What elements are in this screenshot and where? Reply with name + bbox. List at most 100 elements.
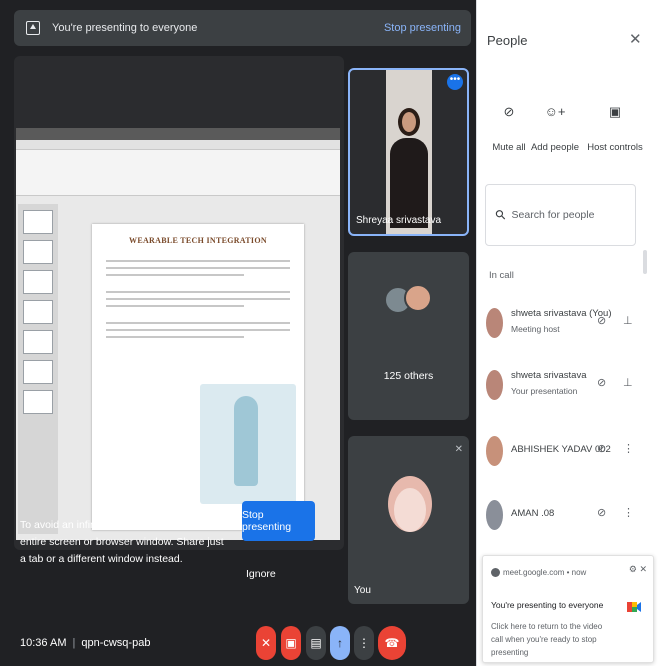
notification-title: You're presenting to everyone xyxy=(491,600,604,610)
panel-title: People xyxy=(487,33,528,48)
add-people-label: Add people xyxy=(530,142,580,153)
current-time: 10:36 AM xyxy=(20,637,67,649)
shared-presentation-window: WEARABLE TECH INTEGRATION xyxy=(16,128,340,540)
avatar xyxy=(486,370,503,400)
stop-presenting-link[interactable]: Stop presenting xyxy=(384,22,461,34)
in-call-section-label: In call xyxy=(489,270,514,281)
present-screen-icon: ↑ xyxy=(337,636,343,650)
ppt-ribbon xyxy=(16,150,340,196)
end-call-icon: ☎ xyxy=(384,636,400,650)
more-vert-icon[interactable]: ⋮ xyxy=(623,506,634,519)
others-count-label: 125 others xyxy=(383,370,434,382)
slide-thumbnail xyxy=(23,360,53,384)
presenting-banner-text: You're presenting to everyone xyxy=(52,22,198,34)
mic-off-icon: ⊘ xyxy=(597,443,607,455)
participant-role: Your presentation xyxy=(511,386,578,396)
captions-icon: ▤ xyxy=(310,636,322,650)
slide-text-line xyxy=(106,260,290,262)
leave-call-button[interactable]: ☎ xyxy=(378,626,406,660)
participant-row[interactable]: ABHISHEK YADAV 002 ⊘ ⋮ xyxy=(477,432,647,476)
presenter-head xyxy=(398,108,420,136)
slide-text-line xyxy=(106,298,290,300)
close-icon[interactable]: ✕ xyxy=(629,30,642,48)
notification-body: Click here to return to the video call w… xyxy=(491,622,603,657)
panel-scrollbar[interactable] xyxy=(643,250,647,274)
slide-thumbnail xyxy=(23,330,53,354)
self-video-tile[interactable]: ✕ You xyxy=(348,436,469,604)
stop-presenting-button[interactable]: Stop presenting xyxy=(242,501,315,541)
host-controls-icon: ▣ xyxy=(608,104,622,119)
notification-close-icon[interactable]: ⚙ ✕ xyxy=(629,564,647,575)
slide-text-line xyxy=(106,322,290,324)
volume-off-icon: ⊘ xyxy=(597,377,607,389)
participant-row[interactable]: AMAN .08 ⊘ ⋮ xyxy=(477,496,647,540)
search-box[interactable]: ⚲ xyxy=(485,184,636,246)
shared-screen-stage: WEARABLE TECH INTEGRATION xyxy=(14,56,344,550)
present-screen-icon xyxy=(26,21,40,35)
infinity-mirror-warning: To avoid an infinity mirror, don't share… xyxy=(20,519,224,565)
avatar xyxy=(486,436,503,466)
add-people-button[interactable]: ☺+ Add people xyxy=(523,104,587,153)
present-now-button[interactable]: ↑ xyxy=(330,626,350,660)
meeting-info: 10:36 AM | qpn-cwsq-pab xyxy=(20,637,150,649)
notification-site: meet.google.com • now xyxy=(503,568,587,577)
more-vert-icon[interactable]: ⋮ xyxy=(623,442,634,455)
slide-thumbnail xyxy=(23,390,53,414)
host-controls-button[interactable]: ▣ Host controls xyxy=(583,104,647,153)
mic-off-icon: ✕ xyxy=(260,636,272,650)
presenting-banner: You're presenting to everyone Stop prese… xyxy=(14,10,471,46)
more-options-button[interactable]: ⋮ xyxy=(354,626,374,660)
ppt-ribbon-tabs xyxy=(16,140,340,150)
meeting-code: qpn-cwsq-pab xyxy=(81,637,151,649)
browser-notification[interactable]: meet.google.com • now ⚙ ✕ You're present… xyxy=(482,555,654,663)
pin-icon[interactable]: ⊥ xyxy=(623,314,633,327)
add-person-icon: ☺+ xyxy=(544,104,566,119)
participant-name: ABHISHEK YADAV 002 xyxy=(511,444,611,455)
avatar xyxy=(486,500,503,530)
current-slide: WEARABLE TECH INTEGRATION xyxy=(92,224,304,530)
mic-off-icon: ✕ xyxy=(454,444,463,455)
slide-text-line xyxy=(106,329,290,331)
call-controls-bar: 10:36 AM | qpn-cwsq-pab ✕ ▣ ▤ ↑ ⋮ ☎ xyxy=(0,616,476,666)
meet-main-area: You're presenting to everyone Stop prese… xyxy=(0,0,476,666)
more-options-icon[interactable]: ••• xyxy=(447,74,463,90)
avatar xyxy=(404,284,432,312)
separator: | xyxy=(72,637,76,649)
host-controls-label: Host controls xyxy=(587,142,643,153)
slide-text-line xyxy=(106,267,290,269)
presenter-figure xyxy=(390,104,428,228)
avatar xyxy=(486,308,503,338)
participant-row[interactable]: shweta srivastava Your presentation ⊘ ⊥ xyxy=(477,366,647,410)
presenter-video-tile[interactable]: ••• Shreyaa srivastava xyxy=(348,68,469,236)
camera-toggle-button[interactable]: ▣ xyxy=(281,626,301,660)
slide-thumbnail xyxy=(23,210,53,234)
ignore-button[interactable]: Ignore xyxy=(246,568,276,580)
slide-text-line xyxy=(106,336,244,338)
ppt-titlebar xyxy=(16,128,340,140)
self-name-label: You xyxy=(354,585,371,596)
others-tile[interactable]: 125 others xyxy=(348,252,469,420)
slide-thumbnail xyxy=(23,270,53,294)
avatar xyxy=(388,476,432,532)
slide-thumbnail xyxy=(23,300,53,324)
presenter-name-label: Shreyaa srivastava xyxy=(356,215,442,226)
slide-thumbnail xyxy=(23,240,53,264)
ppt-slide-thumbnails xyxy=(18,204,58,534)
search-icon: ⚲ xyxy=(491,205,510,224)
mic-off-icon: ⊘ xyxy=(597,507,607,519)
more-vert-icon: ⋮ xyxy=(358,636,370,650)
mic-off-icon: ⊘ xyxy=(597,315,607,327)
slide-body-illustration xyxy=(200,384,296,504)
participant-name: AMAN .08 xyxy=(511,508,555,519)
camera-off-icon: ▣ xyxy=(285,636,297,650)
participant-row[interactable]: shweta srivastava (You) Meeting host ⊘ ⊥ xyxy=(477,304,647,348)
unpin-icon[interactable]: ⊥ xyxy=(623,376,633,389)
search-input[interactable] xyxy=(511,209,622,221)
slide-text-line xyxy=(106,291,290,293)
captions-button[interactable]: ▤ xyxy=(306,626,326,660)
mic-toggle-button[interactable]: ✕ xyxy=(256,626,276,660)
participant-role: Meeting host xyxy=(511,324,560,334)
others-avatars xyxy=(384,284,434,320)
meet-logo-icon xyxy=(627,602,641,612)
participant-name: shweta srivastava xyxy=(511,370,587,381)
